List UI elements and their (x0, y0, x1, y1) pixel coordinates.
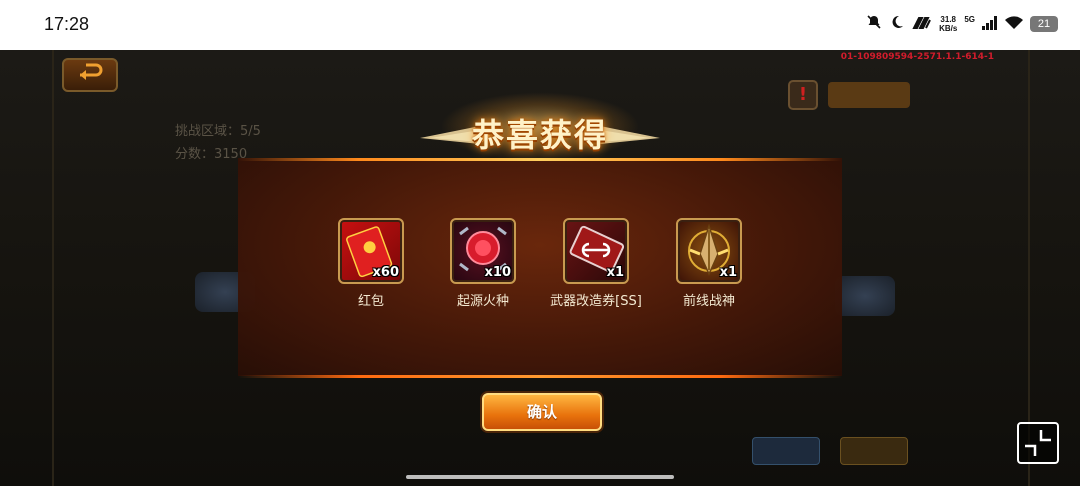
exit-fullscreen-button[interactable] (1017, 422, 1059, 464)
status-icons: 31.8 KB/s 5G 21 (866, 14, 1058, 34)
reset-route-button[interactable] (752, 437, 820, 465)
network-speed: 31.8 KB/s (939, 15, 958, 33)
red-envelope-icon: x60 (338, 218, 404, 284)
score: 分数：3150 (175, 147, 248, 162)
reward-qty: x1 (606, 265, 624, 280)
battery-level: 21 (1030, 16, 1058, 32)
reward-name: 前线战神 (682, 294, 735, 309)
reward-name: 起源火种 (456, 294, 509, 309)
build-id: 01-109809594-2571.1.1-614-1 (840, 52, 994, 62)
dialog-bottom-border (238, 375, 842, 378)
reward-item[interactable]: x10 起源火种 (428, 218, 538, 309)
origin-fire-icon: x10 (450, 218, 516, 284)
reward-item[interactable]: x60 红包 (316, 218, 426, 309)
reward-qty: x60 (372, 265, 399, 280)
status-time: 17:28 (44, 14, 90, 34)
moon-icon (889, 14, 905, 34)
reward-qty: x10 (484, 265, 511, 280)
navigation-handle[interactable] (406, 475, 674, 479)
reward-item[interactable]: x1 前线战神 (654, 218, 764, 309)
confirm-button[interactable]: 确认 (482, 393, 602, 431)
signal-icon (982, 15, 998, 34)
status-bar: 17:28 31.8 KB/s 5G 21 (0, 0, 1080, 50)
reward-qty: x1 (719, 265, 737, 280)
silent-icon (866, 14, 882, 34)
exit-fullscreen-icon (1025, 430, 1051, 456)
game-view: 01-109809594-2571.1.1-614-1 ! 挑战区域：5/5 分… (0, 50, 1080, 486)
dialog-title: 恭喜获得 (471, 116, 608, 154)
tank-icon (835, 276, 895, 316)
end-adventure-button[interactable] (828, 82, 910, 108)
app-logo-icon (912, 15, 932, 34)
war-god-icon: x1 (676, 218, 742, 284)
wifi-icon (1005, 15, 1023, 34)
warning-button[interactable]: ! (788, 80, 818, 110)
weapon-ticket-icon: x1 (563, 218, 629, 284)
reward-name: 武器改造券[SS] (550, 294, 642, 309)
network-type: 5G (964, 14, 975, 24)
reward-name: 红包 (357, 294, 384, 309)
start-journey-button[interactable] (840, 437, 908, 465)
back-arrow-icon (80, 63, 103, 80)
back-button[interactable] (62, 58, 118, 92)
reward-item[interactable]: x1 武器改造券[SS] (541, 218, 651, 309)
challenge-area: 挑战区域：5/5 (175, 124, 261, 139)
